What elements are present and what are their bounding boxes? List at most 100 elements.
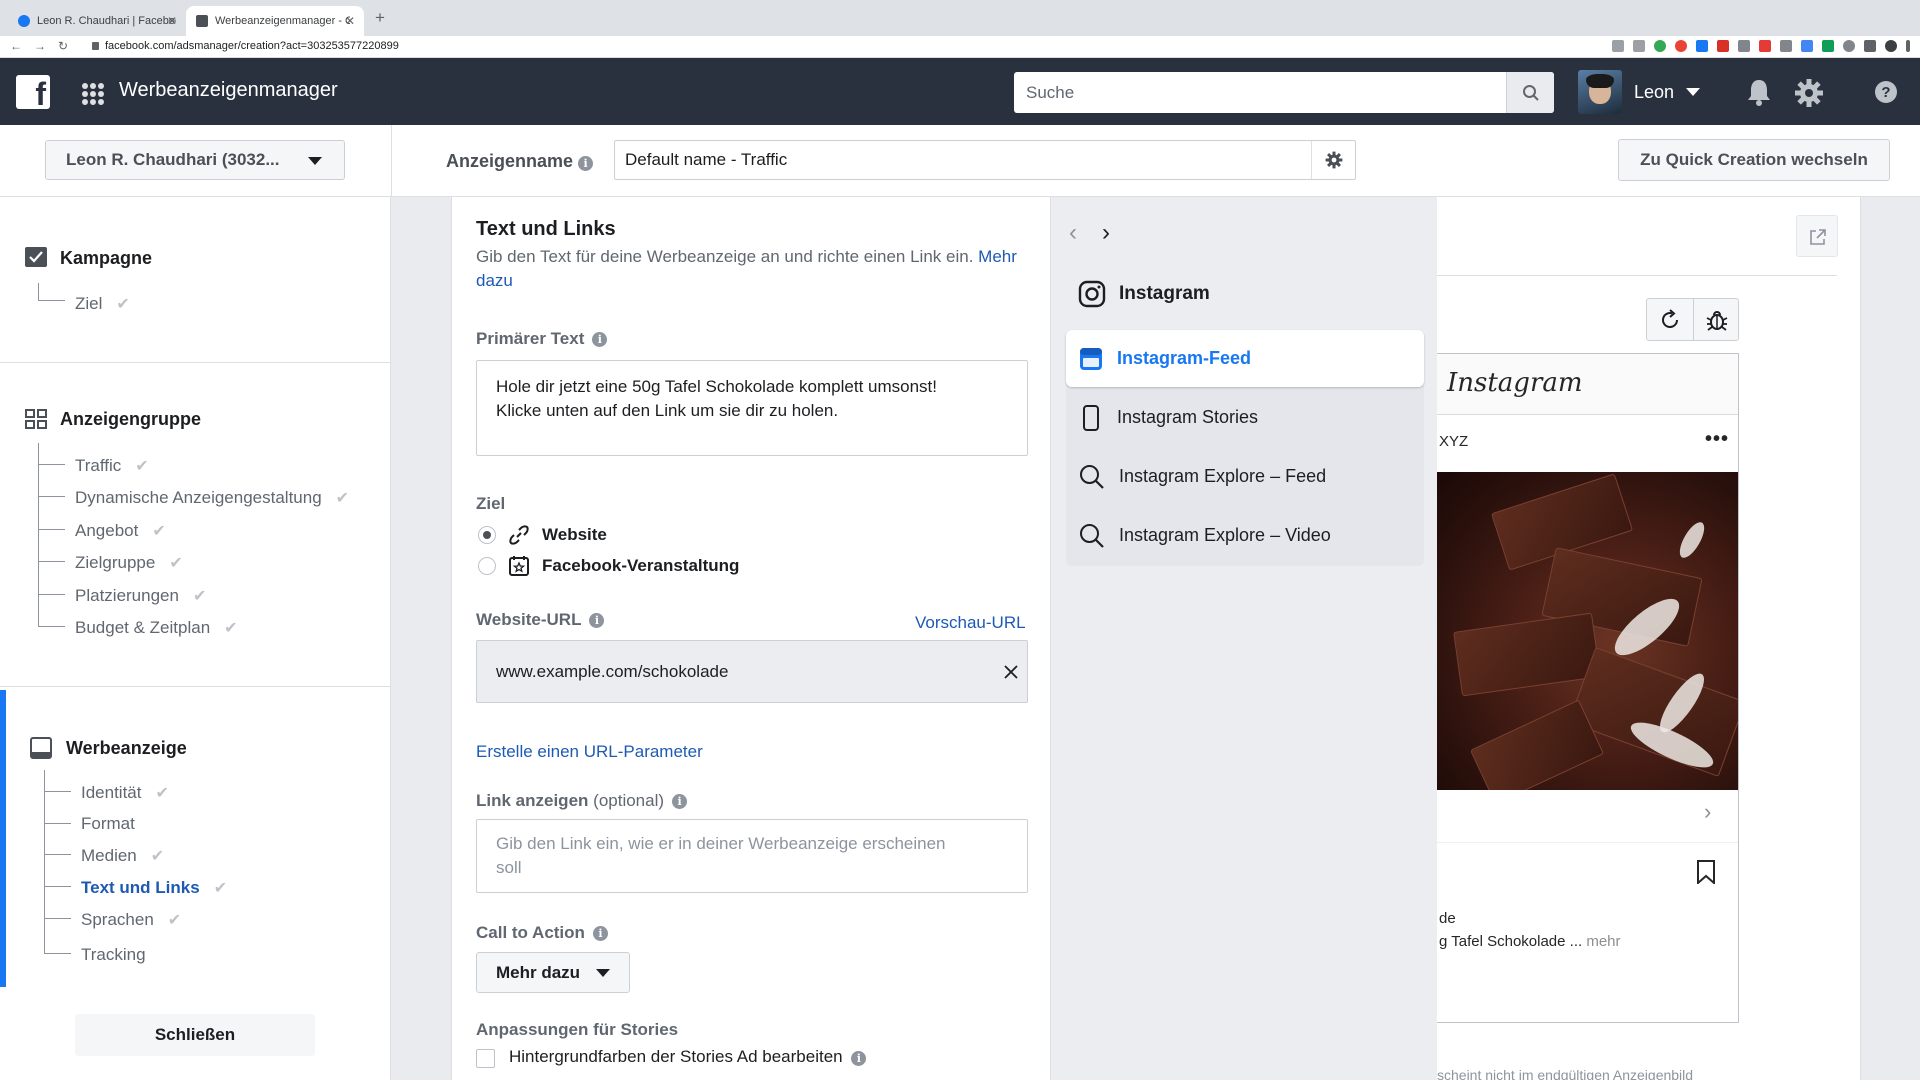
new-tab-icon[interactable]: + [375,8,385,28]
website-url-input[interactable] [477,641,977,702]
star-icon[interactable] [1633,40,1645,52]
info-icon[interactable]: i [851,1051,867,1066]
tree-branch [38,496,65,497]
chevron-down-icon [308,157,322,165]
gear-icon[interactable] [1794,78,1824,108]
more-options-icon[interactable]: ••• [1705,428,1729,451]
sidebar-title-adset[interactable]: Anzeigengruppe [60,409,201,430]
info-icon[interactable]: i [672,794,688,809]
sidebar-item-ziel[interactable]: Ziel ✔ [75,294,130,314]
close-tab-icon[interactable]: ✕ [167,14,177,28]
sidebar-section-adset: Anzeigengruppe Traffic ✔ Dynamische Anzei… [0,363,391,687]
extension-icon[interactable] [1822,40,1834,52]
extension-icon[interactable] [1717,40,1729,52]
account-selector[interactable]: Leon R. Chaudhari (3032... [45,140,345,180]
search-button[interactable] [1506,72,1554,113]
extension-icon[interactable] [1801,40,1813,52]
open-external-button[interactable] [1796,215,1838,257]
text-links-editor: Text und Links Gib den Text für deine We… [451,197,1051,1080]
browser-nav-icons[interactable]: ←→↻ [10,39,80,53]
sidebar-item-budget[interactable]: Budget & Zeitplan ✔ [75,618,238,638]
browser-tab-facebook[interactable]: Leon R. Chaudhari | Facebook ✕ [8,6,186,36]
sidebar-item-label: Platzierungen [75,586,179,605]
user-menu[interactable]: Leon [1578,70,1701,114]
extension-icon[interactable] [1843,40,1855,52]
info-icon[interactable]: i [592,332,608,347]
info-icon[interactable]: i [589,613,605,628]
refresh-icon[interactable] [1659,309,1681,331]
placeholder-line: Gib den Link ein, wie er in deiner Werbe… [496,834,946,853]
close-button[interactable]: Schließen [75,1014,315,1056]
placement-item-explore-feed[interactable]: Instagram Explore – Feed [1066,448,1424,505]
placement-item-instagram-feed[interactable]: Instagram-Feed [1066,330,1424,387]
extension-icons [1612,40,1910,52]
bookmark-icon[interactable] [1696,860,1716,884]
explore-search-icon [1080,464,1104,489]
sidebar-item-placements[interactable]: Platzierungen ✔ [75,586,206,606]
chevron-left-icon[interactable]: ‹ [1069,219,1077,247]
quick-creation-button[interactable]: Zu Quick Creation wechseln [1618,139,1890,181]
placement-item-instagram-stories[interactable]: Instagram Stories [1066,389,1424,446]
extension-icon[interactable] [1759,40,1771,52]
clear-icon[interactable] [1004,665,1018,679]
sidebar-item-languages[interactable]: Sprachen ✔ [81,910,181,930]
caption-more-link[interactable]: mehr [1586,933,1620,950]
preview-url-link[interactable]: Vorschau-URL [915,613,1026,633]
cta-dropdown[interactable]: Mehr dazu [476,952,630,993]
create-url-parameter-link[interactable]: Erstelle einen URL-Parameter [476,742,703,762]
primary-text-input[interactable]: Hole dir jetzt eine 50g Tafel Schokolade… [476,360,1028,456]
sidebar-section-campaign: Kampagne Ziel ✔ [0,197,391,363]
sidebar-item-tracking[interactable]: Tracking [81,945,146,965]
facebook-logo-icon[interactable]: f [16,75,50,109]
radio-unselected[interactable] [478,557,496,575]
zoom-icon[interactable] [1612,40,1624,52]
sidebar-title-campaign[interactable]: Kampagne [60,248,152,269]
bug-icon[interactable] [1705,308,1729,332]
apps-grid-icon[interactable] [82,83,104,105]
sidebar-item-format[interactable]: Format [81,814,135,834]
search-input[interactable] [1014,72,1504,113]
sidebar-item-offer[interactable]: Angebot ✔ [75,521,166,541]
extension-icon[interactable] [1654,40,1666,52]
sidebar-item-identity[interactable]: Identität ✔ [81,783,169,803]
extension-icon[interactable] [1864,40,1876,52]
tree-branch [44,886,71,887]
tree-line [38,443,39,627]
ad-name-settings-button[interactable] [1311,141,1355,179]
extension-icon[interactable] [1738,40,1750,52]
search-box [1014,72,1554,113]
info-icon[interactable]: i [592,926,608,941]
info-icon[interactable]: i [578,156,594,171]
sidebar-item-text-links[interactable]: Text und Links ✔ [81,878,227,898]
chevron-right-icon[interactable]: › [1102,219,1110,247]
destination-event-option[interactable]: Facebook-Veranstaltung [478,553,739,579]
extension-icon[interactable] [1696,40,1708,52]
browser-tab-adsmanager[interactable]: Werbeanzeigenmanager - Cre... ✕ [186,6,364,36]
help-icon[interactable]: ? [1874,80,1898,104]
radio-selected[interactable] [478,526,496,544]
tab-title: Werbeanzeigenmanager - Cre... [215,15,350,27]
chevron-right-icon[interactable]: › [1704,799,1711,825]
extension-icon[interactable] [1675,40,1687,52]
menu-icon[interactable] [1906,40,1910,52]
avatar [1578,70,1622,114]
stories-bg-checkbox[interactable] [476,1049,495,1068]
display-link-input[interactable]: Gib den Link ein, wie er in deiner Werbe… [476,819,1028,893]
sidebar-item-label: Dynamische Anzeigengestaltung [75,488,322,507]
placement-item-explore-video[interactable]: Instagram Explore – Video [1066,507,1424,564]
extension-icon[interactable] [1780,40,1792,52]
bell-icon[interactable] [1746,78,1772,106]
close-tab-icon[interactable]: ✕ [345,14,355,28]
placement-label: Instagram Stories [1117,407,1259,427]
profile-icon[interactable] [1885,40,1897,52]
description-text: Gib den Text für deine Werbeanzeige an u… [476,247,974,266]
sidebar-item-dynamic-creative[interactable]: Dynamische Anzeigengestaltung ✔ [75,488,349,508]
sidebar-item-audience[interactable]: Zielgruppe ✔ [75,553,183,573]
ad-name-input[interactable] [615,141,1313,179]
sidebar-item-traffic[interactable]: Traffic ✔ [75,456,149,476]
url-field[interactable]: facebook.com/adsmanager/creation?act=303… [92,40,399,52]
sidebar-item-label: Text und Links [81,878,200,897]
destination-website-option[interactable]: Website [478,522,607,548]
sidebar-item-media[interactable]: Medien ✔ [81,846,164,866]
sidebar-title-ad[interactable]: Werbeanzeige [66,738,187,759]
